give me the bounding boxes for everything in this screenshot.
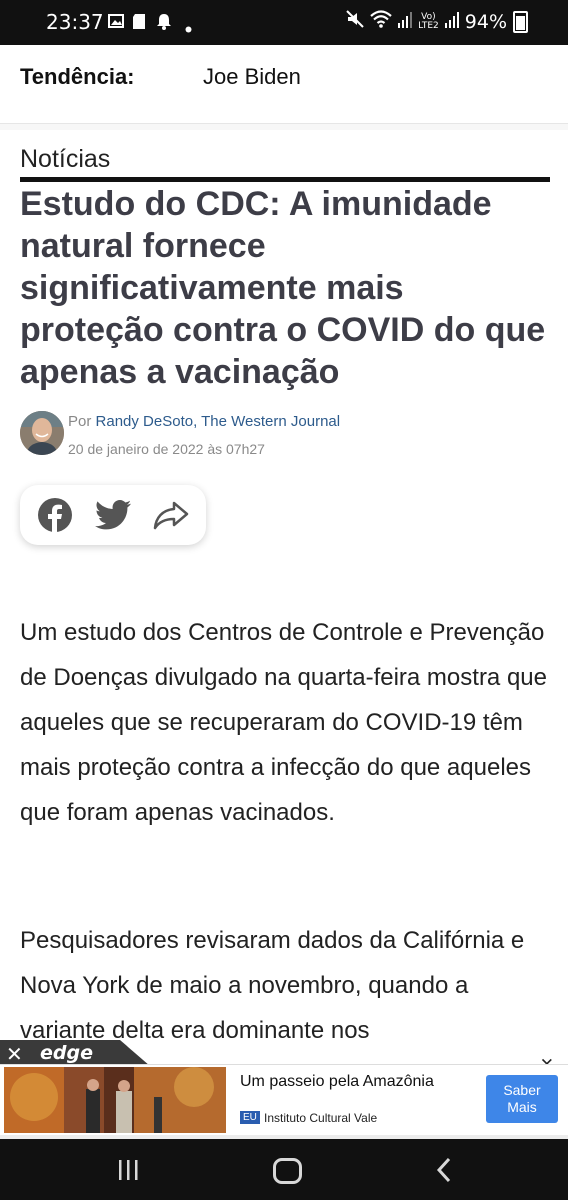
ad-banner[interactable]: Um passeio pela Amazônia EU Instituto Cu… [0,1064,568,1136]
publish-date: 20 de janeiro de 2022 às 07h27 [68,441,265,457]
recent-apps-icon[interactable] [117,1159,139,1186]
back-icon[interactable] [436,1157,452,1188]
section-rule [20,177,550,182]
ad-badge: EU [240,1111,260,1124]
ad-cta-button[interactable]: Saber Mais [486,1075,558,1123]
network-type-label: LTE2 [418,20,439,31]
signal-1-icon [398,11,413,33]
battery-percent: 94% [464,10,507,33]
status-right-group: Vo) LTE2 94% [346,10,528,33]
author-link[interactable]: Randy DeSoto, The Western Journal [96,413,341,430]
ad-image[interactable] [4,1067,226,1133]
article-paragraph: Um estudo dos Centros de Controle e Prev… [20,619,547,826]
facebook-icon[interactable] [35,495,75,535]
trending-label: Tendência: [20,64,135,89]
byline-prefix: Por [68,413,92,430]
byline: Por Randy DeSoto, The Western Journal [68,413,340,430]
ad-cta-label: Saber Mais [503,1082,541,1115]
gallery-notification-icon [108,13,124,33]
home-icon[interactable] [273,1158,302,1184]
battery-icon [513,10,528,33]
ad-network-logo: edge [40,1042,93,1064]
more-notifications-dot-icon [185,18,192,37]
wifi-icon [370,10,392,33]
mute-icon [346,10,364,33]
article-paragraph: Pesquisadores revisaram dados da Califór… [20,927,525,1044]
twitter-icon[interactable] [93,495,133,535]
author-avatar[interactable] [20,411,64,455]
ad-title[interactable]: Um passeio pela Amazônia [240,1073,434,1091]
divider [0,124,568,130]
share-arrow-icon[interactable] [151,495,191,535]
sd-card-icon [132,13,146,34]
share-bar [20,485,206,545]
trending-topic-link[interactable]: Joe Biden [203,64,301,90]
volte-lte-icon: Vo) LTE2 [418,11,439,31]
ad-source: Instituto Cultural Vale [264,1111,378,1125]
signal-2-icon [444,11,459,33]
trending-bar: Tendência: Joe Biden [0,45,568,124]
system-navigation-bar [0,1139,568,1200]
status-time: 23:37 [46,10,104,34]
article-headline: Estudo do CDC: A imunidade natural forne… [20,185,546,391]
section-label[interactable]: Notícias [20,145,110,174]
status-bar: 23:37 Vo) LTE2 94% [0,0,568,45]
notification-bell-icon [156,13,172,34]
